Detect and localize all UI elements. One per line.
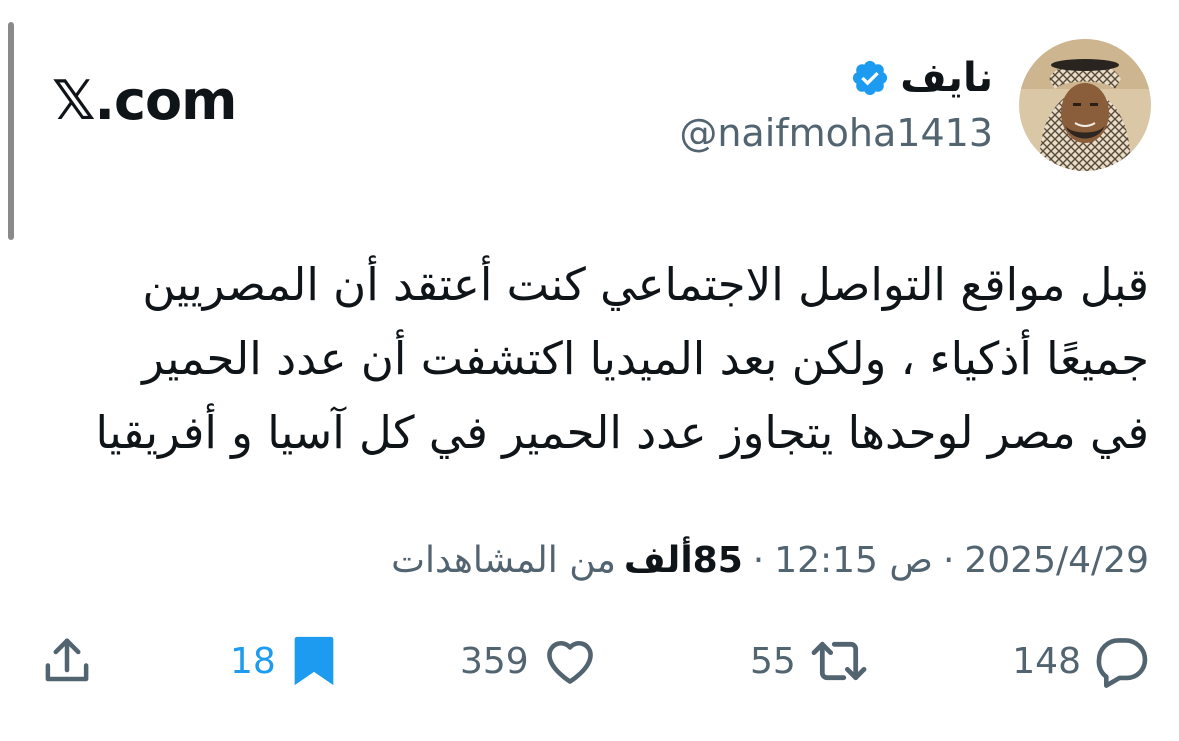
tweet-meta: 2025/4/29 · 12:15 ص · 85ألف من المشاهدات [391, 532, 1149, 588]
tweet-text: قبل مواقع التواصل الاجتماعي كنت أعتقد أن… [60, 248, 1149, 470]
share-button[interactable] [40, 626, 94, 696]
tweet-time[interactable]: 12:15 ص [774, 540, 933, 581]
author-display-name: نايف [900, 55, 993, 101]
reply-count: 148 [1012, 640, 1081, 682]
views-label: من المشاهدات [391, 539, 616, 581]
heart-icon [541, 632, 599, 690]
tweet-date[interactable]: 2025/4/29 [964, 540, 1149, 581]
repost-count: 55 [750, 640, 796, 682]
author-name-row[interactable]: نايف [850, 50, 993, 106]
tweet-text-line: جميعًا أذكياء ، ولكن بعد الميديا اكتشفت … [142, 332, 1149, 385]
repost-arrows-icon [808, 632, 870, 690]
meta-separator: · [942, 539, 955, 581]
speech-bubble-icon [1093, 632, 1151, 690]
share-upload-icon [40, 632, 94, 690]
verified-badge-icon [850, 58, 890, 98]
bookmark-count: 18 [230, 640, 276, 682]
avatar-image [1019, 39, 1151, 171]
tweet-text-line: قبل مواقع التواصل الاجتماعي كنت أعتقد أن… [142, 258, 1149, 311]
repost-button[interactable]: 55 [750, 626, 870, 696]
tweet-text-line: في مصر لوحدها يتجاوز عدد الحمير في كل آس… [95, 406, 1149, 459]
bookmark-button[interactable]: 18 [230, 626, 340, 696]
views-count: 85ألف [623, 539, 743, 581]
scroll-indicator[interactable] [8, 22, 14, 240]
meta-separator: · [752, 539, 765, 581]
like-button[interactable]: 359 [460, 626, 599, 696]
reply-button[interactable]: 148 [1012, 626, 1151, 696]
like-count: 359 [460, 640, 529, 682]
bookmark-icon [288, 632, 340, 690]
site-label: 𝕏.com [52, 68, 237, 132]
author-handle[interactable]: @naifmoha1413 [679, 108, 993, 158]
avatar[interactable] [1019, 39, 1151, 171]
action-bar: 148 55 359 18 [40, 626, 1151, 696]
